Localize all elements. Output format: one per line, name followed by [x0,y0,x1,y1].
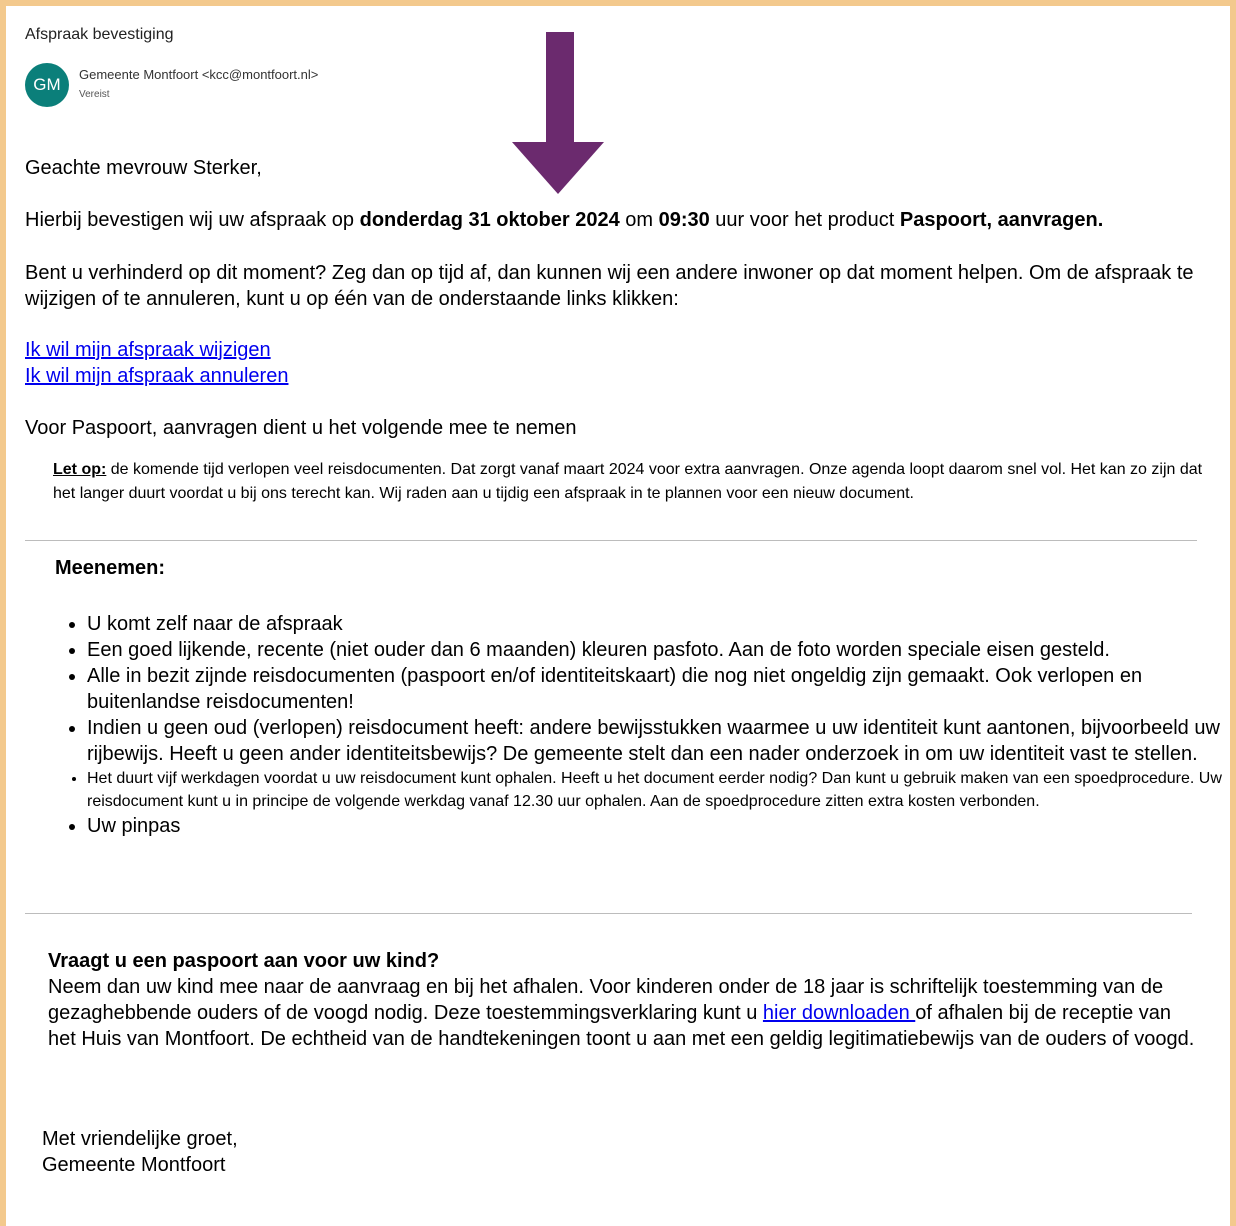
bring-heading: Meenemen: [55,557,166,579]
change-appointment-link[interactable]: Ik wil mijn afspraak wijzigen [25,339,271,361]
bring-list: U komt zelf naar de afspraak Een goed li… [55,611,1236,839]
bring-intro: Voor Paspoort, aanvragen dient u het vol… [25,417,577,439]
attention-note: Let op: de komende tijd verlopen veel re… [53,461,1203,502]
list-item: Het duurt vijf werkdagen voordat u uw re… [87,767,1236,813]
closing-greeting: Met vriendelijke groet, [42,1128,238,1150]
list-item: Uw pinpas [87,813,1236,839]
sender-avatar[interactable]: GM [25,63,69,107]
greeting: Geachte mevrouw Sterker, [25,157,262,179]
confirmation-text: Hierbij bevestigen wij uw afspraak op do… [25,209,1104,231]
email-subject: Afspraak bevestiging [25,26,174,43]
sender-note: Vereist [79,89,110,100]
cancel-info: Bent u verhinderd op dit moment? Zeg dan… [25,262,1194,310]
note-label: Let op: [53,461,107,478]
arrow-down-icon [512,32,604,194]
child-heading: Vraagt u een paspoort aan voor uw kind? [48,950,440,972]
appointment-date: donderdag 31 oktober 2024 [359,209,620,231]
appointment-product: Paspoort, aanvragen. [899,209,1104,231]
closing: Met vriendelijke groet, Gemeente Montfoo… [42,1126,238,1178]
closing-signature: Gemeente Montfoort [42,1154,226,1176]
list-item: Indien u geen oud (verlopen) reisdocumen… [87,715,1236,767]
list-item: Een goed lijkende, recente (niet ouder d… [87,637,1236,663]
list-item: U komt zelf naar de afspraak [87,611,1236,637]
download-link[interactable]: hier downloaden [763,1002,915,1024]
child-text: Neem dan uw kind mee naar de aanvraag en… [48,976,1195,1050]
child-section: Vraagt u een paspoort aan voor uw kind? … [48,948,1198,1052]
divider [25,540,1197,541]
divider [25,913,1192,914]
appointment-time: 09:30 [658,209,710,231]
list-item: Alle in bezit zijnde reisdocumenten (pas… [87,663,1236,715]
cancel-appointment-link[interactable]: Ik wil mijn afspraak annuleren [25,365,288,387]
sender-name[interactable]: Gemeente Montfoort <kcc@montfoort.nl> [79,67,318,82]
